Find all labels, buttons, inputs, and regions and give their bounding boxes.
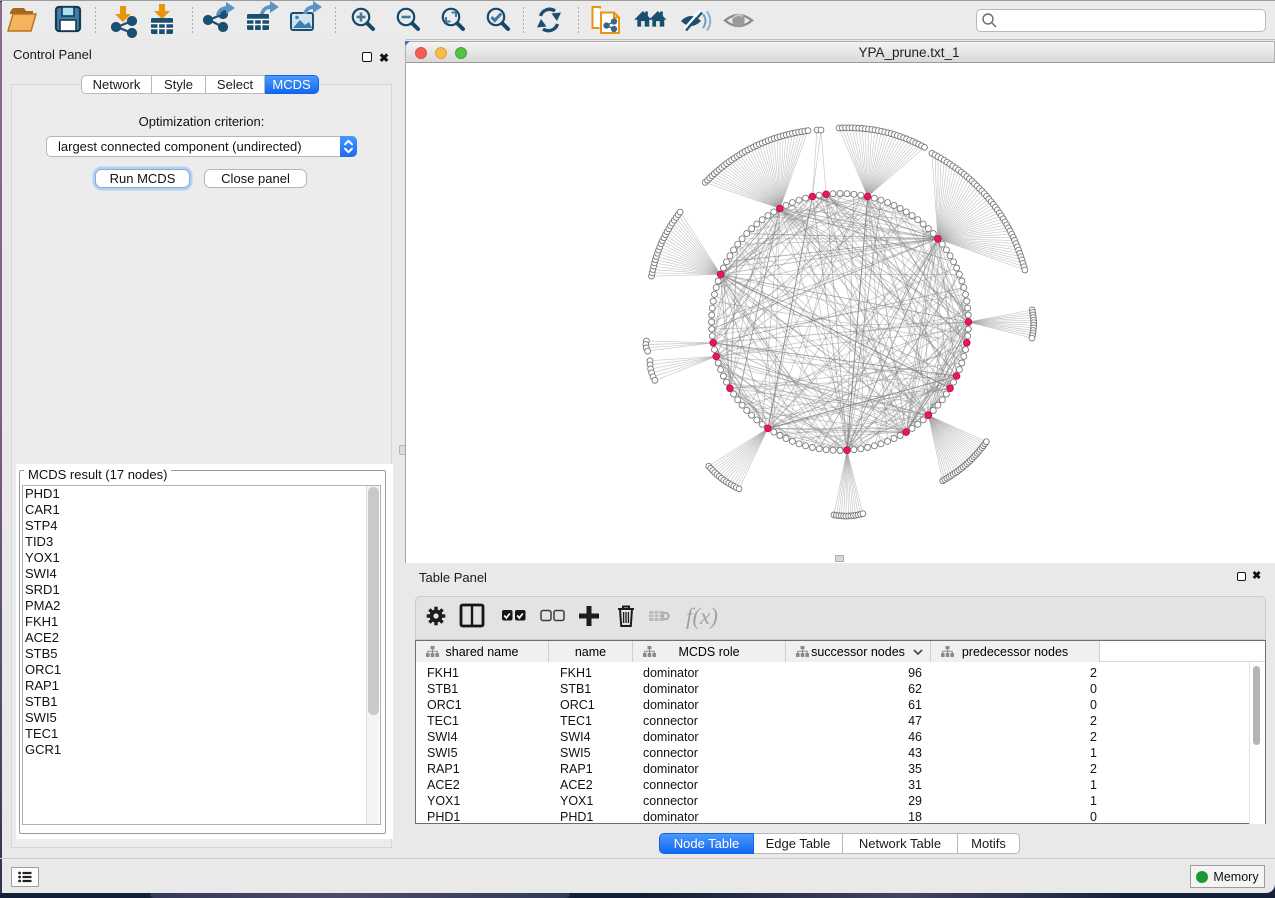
svg-text:f(x): f(x) <box>686 604 718 629</box>
